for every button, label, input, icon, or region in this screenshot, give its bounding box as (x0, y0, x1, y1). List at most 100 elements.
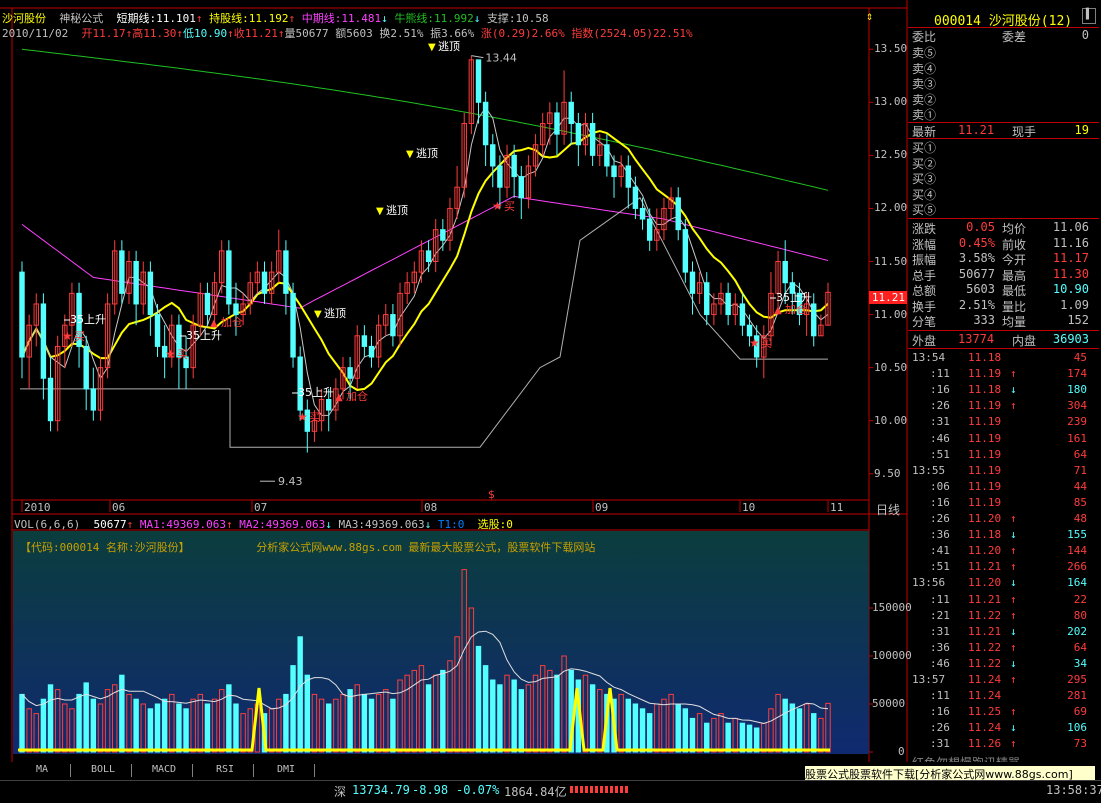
candle-body (739, 303, 746, 326)
candle-body (639, 207, 646, 220)
tick-volume: 281 (1067, 689, 1087, 703)
period-label[interactable]: 日线 (876, 501, 900, 518)
tick-time: 13:56 (912, 576, 946, 590)
buy-level-label: 买① (912, 141, 937, 155)
buy-signal-label: 买 (309, 411, 320, 424)
tick-price: 11.21 (968, 624, 1002, 638)
tab-macd[interactable]: MACD (136, 764, 193, 777)
tick-row: :31 11.19 239 (908, 415, 1099, 431)
tick-arrow: ↑ (1010, 737, 1017, 751)
tick-price: 11.22 (968, 608, 1002, 622)
volume-bar (704, 722, 710, 753)
add-signal-label: 加仓 (346, 389, 368, 403)
candle-body (261, 271, 268, 294)
tick-price: 11.18 (968, 351, 1002, 364)
stat-value: 10.90 (1052, 282, 1089, 296)
time-tick: 11 (830, 501, 844, 514)
tick-price: 11.19 (968, 479, 1002, 493)
tick-price: 11.26 (968, 737, 1002, 751)
status-bar-indicator (570, 786, 630, 793)
tick-price: 11.19 (968, 463, 1002, 477)
price-tick: 12.00 (874, 201, 908, 215)
candle-body (83, 345, 89, 390)
stat-value: 11.17 (1052, 251, 1089, 265)
tick-time: :16 (930, 495, 950, 509)
tick-volume: 22 (1073, 592, 1087, 606)
stat-value: 152 (1067, 313, 1089, 327)
inner-value: 36903 (1052, 332, 1089, 346)
inner-label: 内盘 (1012, 334, 1037, 348)
tick-time: :11 (930, 367, 950, 381)
status-index-name: 深 (334, 785, 347, 799)
escape-signal-arrow: ▼ (376, 206, 384, 217)
time-tick: 09 (595, 501, 609, 514)
ohlc-header: 2010/11/02 开11.17↑高11.30↑低10.90↑收11.21↑量… (2, 27, 693, 40)
tick-row: 13:55 11.19 71 (908, 464, 1099, 480)
tab-dmi[interactable]: DMI (258, 764, 315, 777)
stat-value: 11.16 (1052, 235, 1089, 250)
candle-body (154, 314, 161, 347)
panel-divider (908, 27, 1099, 28)
tab-ma[interactable]: MA (14, 764, 71, 777)
config-icon[interactable]: ⇕ (866, 9, 873, 23)
tick-time: :11 (930, 592, 950, 606)
price-tick: 10.50 (874, 360, 908, 374)
escape-signal-arrow: ▼ (428, 42, 436, 53)
volume-bar (368, 698, 375, 753)
mid-line-value: 中期线:11.481 (301, 12, 382, 25)
candle-body (283, 250, 289, 294)
vol-header: VOL(6,6,6) 50677↑ MA1:49369.063↑ MA2:493… (14, 518, 513, 531)
vol-tick: 0 (898, 745, 905, 758)
sell-level-row: 卖④ (908, 60, 1099, 76)
tick-time: :51 (930, 447, 950, 461)
weibi-label: 委比 (912, 30, 937, 44)
candle-body (682, 229, 689, 273)
panel-collapse-icon[interactable]: ▌ (1082, 8, 1096, 24)
tick-time: :21 (930, 608, 950, 622)
volume-bar (490, 679, 496, 753)
tick-volume: 71 (1073, 463, 1087, 477)
stat-label: 最低 (1002, 284, 1027, 298)
buy-level-row: 买① (908, 139, 1099, 155)
candle-body (390, 314, 396, 337)
stat-label: 分笔 (912, 315, 937, 329)
bull-line-value: 牛熊线:11.992 (394, 12, 474, 25)
volume-bar (297, 636, 303, 753)
escape-signal-label: 逃顶 (416, 147, 438, 160)
volume-bar (347, 689, 353, 753)
tick-time: :26 (930, 512, 950, 525)
candle-body (475, 59, 482, 103)
add-signal-arrow: ▲ (774, 305, 782, 316)
tick-time: :11 (930, 689, 950, 703)
tab-boll[interactable]: BOLL (75, 764, 132, 777)
sell-level-label: 卖③ (912, 77, 937, 91)
candle-body (19, 271, 25, 358)
candle-body (133, 261, 139, 305)
volume-bar (554, 674, 560, 753)
volume-bar (325, 703, 332, 753)
volume-bar (589, 684, 596, 753)
tick-row: 13:56 11.20 ↓ 164 (908, 576, 1099, 592)
tick-volume: 174 (1067, 367, 1087, 381)
volume-bar (725, 722, 731, 753)
vol-tick: 150000 (872, 601, 912, 614)
tab-rsi[interactable]: RSI (197, 764, 254, 777)
tick-row: :46 11.19 161 (908, 432, 1099, 448)
stat-row: 涨跌 0.05 均价 11.06 (908, 220, 1099, 236)
candle-body (689, 271, 696, 294)
price-tick: 11.00 (874, 307, 908, 321)
volume-bar (675, 703, 681, 753)
tick-arrow: ↑ (1010, 640, 1017, 654)
tick-volume: 85 (1073, 495, 1087, 509)
add-signal-label: 加仓 (785, 302, 807, 316)
candle-body (575, 123, 582, 146)
tick-volume: 180 (1067, 383, 1087, 397)
ad-banner[interactable]: 股票公式股票软件下载[分析家公式网www.88gs.com] (805, 766, 1095, 781)
escape-signal-arrow: ▼ (406, 149, 414, 160)
tick-arrow: ↑ (1010, 608, 1017, 622)
tick-price: 11.19 (968, 415, 1002, 429)
tick-price: 11.25 (968, 705, 1002, 719)
quote-panel: 000014 沙河股份(12) ▌ 委比 委差 0 卖⑤ 卖④ 卖③ 卖② 卖① 最新 … (908, 0, 1099, 770)
stat-row: 总手 50677 最高 11.30 (908, 267, 1099, 283)
vol-tick: 50000 (872, 697, 906, 710)
